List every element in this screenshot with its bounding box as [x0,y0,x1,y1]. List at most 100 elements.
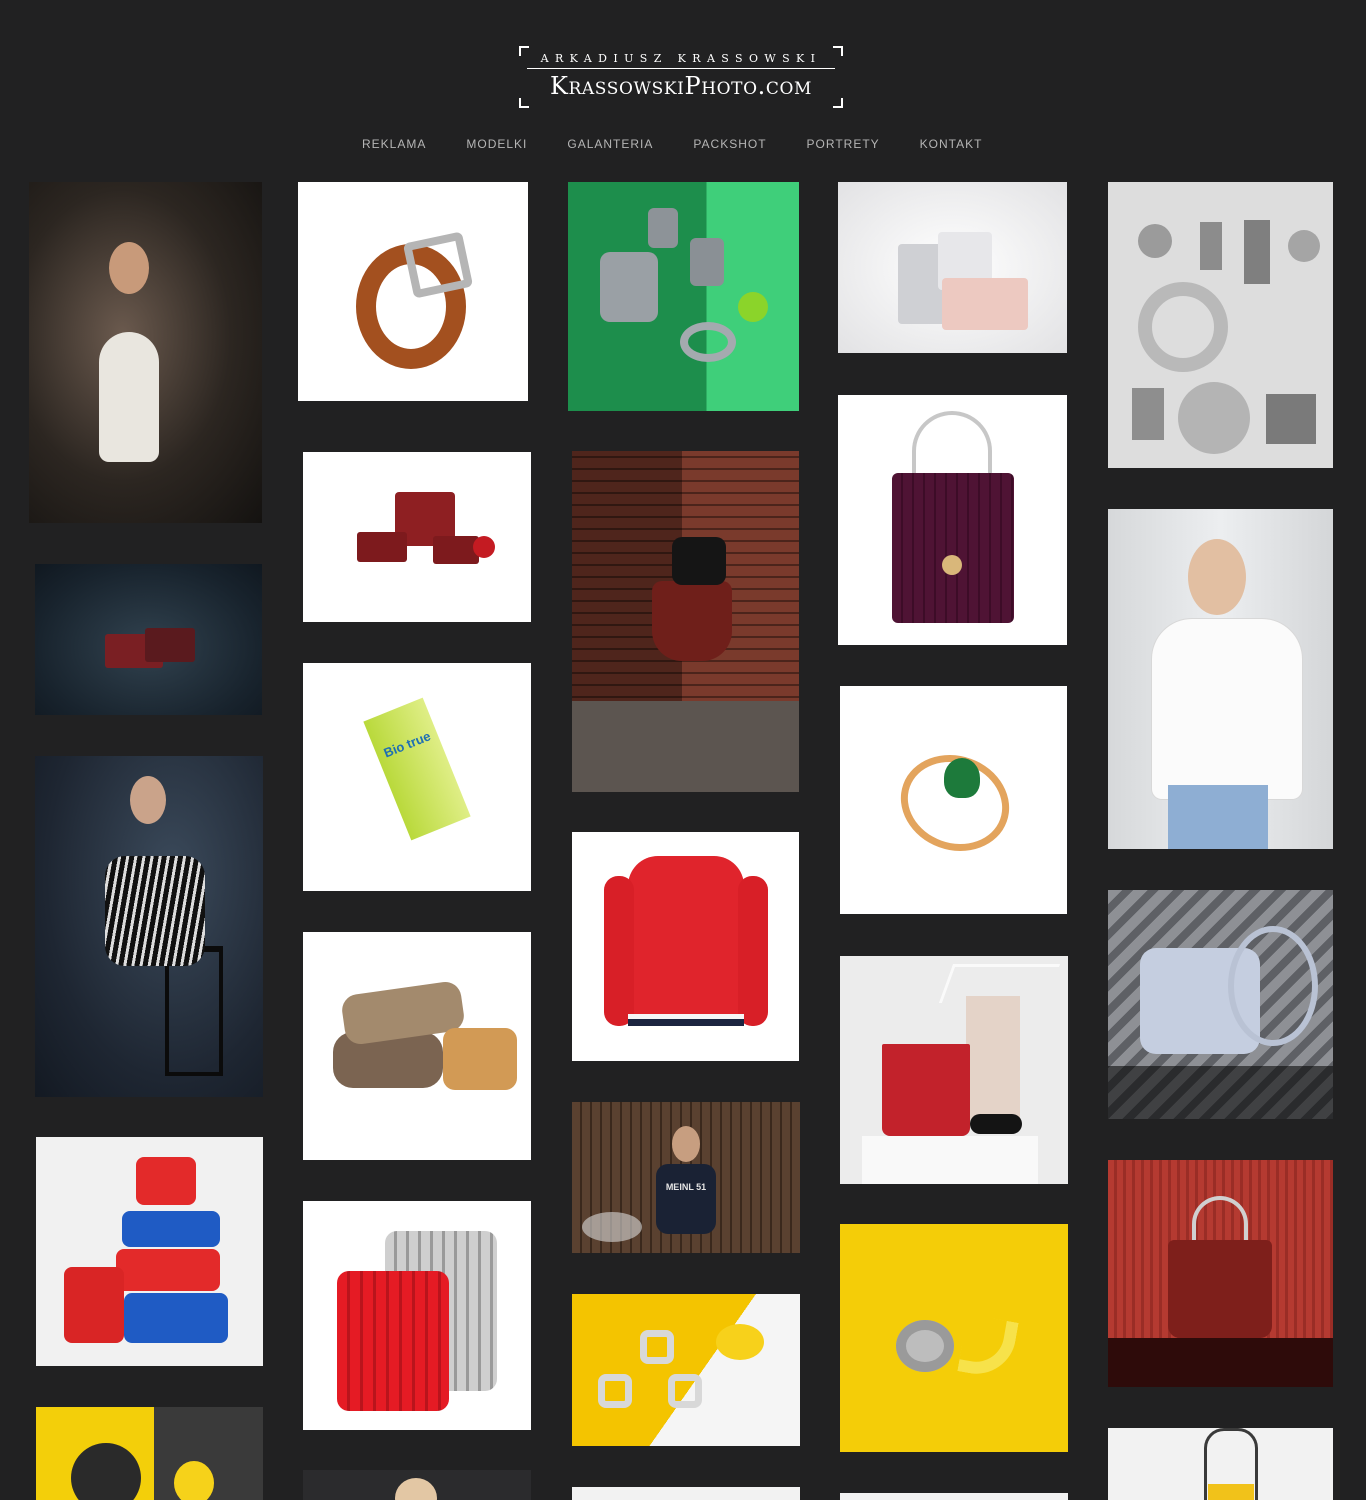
metal-block-icon [1266,394,1316,444]
suitcase-icon [136,1157,196,1205]
drummer-head-icon [672,1126,700,1162]
wallet-icon [357,532,407,562]
loafer-icon [970,1114,1022,1134]
suitcase-icon [64,1267,124,1343]
metal-ring-icon [1138,282,1228,372]
wallet-icon [145,628,195,662]
tote-bag-icon [882,1044,970,1136]
sweater-icon [628,856,744,1026]
purple-handbag-photo[interactable] [838,395,1067,645]
gemstone-icon [944,758,980,798]
model-shorts-icon [1168,785,1268,849]
wallet-icon [433,536,479,564]
lemon-icon [174,1461,214,1500]
lemon-icon [716,1324,764,1360]
nav-portrety[interactable]: PORTRETY [807,137,880,153]
handbag-icon [942,278,1028,330]
nav-modelki[interactable]: MODELKI [466,137,527,153]
model-striped-dress-photo[interactable] [35,756,263,1097]
model-dress-icon [105,856,205,966]
logo-site-name: KrassowskiPhoto.com [549,72,813,100]
metal-part-icon [1288,230,1320,262]
model-head-icon [395,1478,437,1500]
drummer-photo[interactable]: MEINL 51 [572,1102,800,1253]
main-nav: REKLAMA MODELKI GALANTERIA PACKSHOT PORT… [362,137,1022,153]
scarf-icon [966,996,1020,1126]
banana-icon [957,1313,1019,1381]
metal-part-icon [1244,220,1270,284]
ornament-icon [473,536,495,558]
handbags-grey-pink-photo[interactable] [838,182,1067,353]
bottom-tile-photo[interactable] [572,1487,800,1500]
red-sweater-photo[interactable] [572,832,799,1061]
sweater-sleeve-icon [738,876,768,1026]
suitcase-icon [124,1293,228,1343]
model-head-icon [130,776,166,824]
model-white-bodysuit-photo[interactable] [29,182,262,523]
log-icon [443,1028,517,1090]
biotrue-box-photo[interactable]: Bio true [303,663,531,891]
nut-icon [598,1374,632,1408]
nut-icon [640,1330,674,1364]
handbag-icon [892,473,1014,623]
drummer-shirt-icon: MEINL 51 [656,1164,716,1234]
metal-part-icon [1132,388,1164,440]
spiral-part-banana-photo[interactable] [840,1224,1068,1452]
model-brick-wall-photo[interactable] [572,451,799,792]
logo-owner-name: ARKADIUSZ KRASSOWSKI [540,52,822,65]
metal-ring-icon [680,322,736,362]
sweater-sleeve-icon [604,876,634,1026]
handbag-handle-icon [912,411,992,481]
suitcase-icon [337,1271,449,1411]
site-logo[interactable]: ARKADIUSZ KRASSOWSKI KrassowskiPhoto.com [519,46,843,108]
suitcase-icon [122,1211,220,1247]
red-silver-suitcases-photo[interactable] [303,1201,531,1430]
grey-crossbody-bag-photo[interactable] [1108,890,1333,1119]
product-box-icon: Bio true [363,697,471,841]
box-brand-label: Bio true [381,728,433,761]
nuts-lemon-photo[interactable] [572,1294,800,1446]
cobblestone-icon [572,701,799,792]
model-head-icon [109,242,149,294]
nav-packshot[interactable]: PACKSHOT [693,137,766,153]
lime-icon [738,292,768,322]
metal-cylinder-icon [690,238,724,286]
model-head-icon [1188,539,1246,615]
portrait-partial-photo[interactable] [303,1470,531,1500]
model-top-icon [672,537,726,585]
model-skirt-icon [652,581,732,661]
metal-cylinder-icon [600,252,658,322]
flange-icon [71,1443,141,1500]
firewood-photo[interactable] [303,932,531,1160]
metal-parts-green-photo[interactable] [568,182,799,411]
red-wallets-photo[interactable] [35,564,262,715]
shirt-print-label: MEINL 51 [665,1182,707,1192]
metal-cylinder-icon [648,208,678,248]
red-handbag-set-photo[interactable] [303,452,531,622]
red-tote-hanger-photo[interactable] [840,956,1068,1184]
suitcase-stack-photo[interactable] [36,1137,263,1366]
table-surface-icon [1108,1338,1333,1387]
pedestal-icon [862,1136,1038,1184]
shadow-icon [572,451,682,701]
handbag-handle-icon [1192,1196,1248,1246]
yellow-bag-photo[interactable] [1108,1428,1333,1500]
model-white-shirt-photo[interactable] [1108,509,1333,849]
handbag-icon [1208,1484,1254,1500]
spiral-part-icon [896,1320,954,1372]
nav-reklama[interactable]: REKLAMA [362,137,426,153]
metal-part-icon [1200,222,1222,270]
bottom-tile-photo-2[interactable] [840,1493,1068,1500]
brown-belt-photo[interactable] [298,182,528,401]
nav-kontakt[interactable]: KONTAKT [920,137,983,153]
red-handbag-red-bg-photo[interactable] [1108,1160,1333,1387]
handbag-icon [1168,1240,1272,1338]
logo-divider [527,68,835,69]
metal-parts-flatlay-photo[interactable] [1108,182,1333,468]
gold-ring-photo[interactable] [840,686,1067,914]
suitcase-icon [116,1249,220,1291]
flange-lemon-photo[interactable] [36,1407,263,1500]
reflection-icon [1108,1066,1333,1119]
nav-galanteria[interactable]: GALANTERIA [567,137,653,153]
nut-icon [668,1374,702,1408]
